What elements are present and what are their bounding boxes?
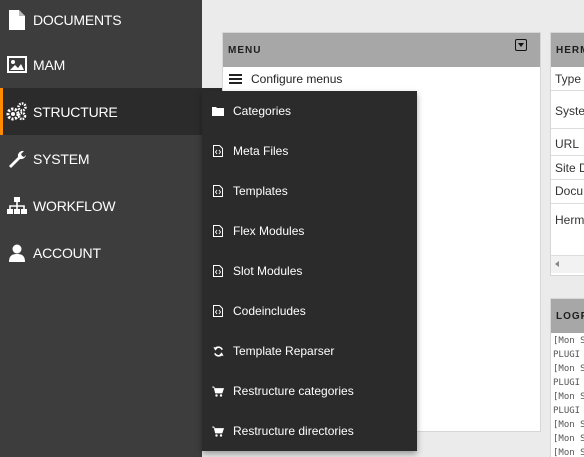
nav-item-account[interactable]: ACCOUNT [0,229,202,276]
hamburger-icon [229,74,242,84]
herm-panel: HERM Type Syste URL Site D Docu Herm [550,32,584,276]
submenu-item-template-reparser[interactable]: Template Reparser [202,331,417,371]
submenu-label: Templates [233,184,288,198]
divider [551,128,584,129]
document-icon [6,9,28,31]
submenu-item-codeincludes[interactable]: Codeincludes [202,291,417,331]
submenu-item-meta-files[interactable]: Meta Files [202,131,417,171]
submenu-label: Template Reparser [233,344,335,358]
structure-submenu: Categories Meta Files Templates Flex Mod… [202,91,417,451]
refresh-icon [212,345,224,357]
submenu-label: Meta Files [233,144,289,158]
log-line: [Mon S [553,434,584,444]
herm-panel-title: HERM [551,33,584,67]
log-line: [Mon S [553,420,584,430]
herm-row: Herm [555,213,584,227]
nav-label: WORKFLOW [33,197,116,214]
submenu-label: Restructure categories [233,384,354,398]
logs-panel: LOGF [Mon S PLUGI [Mon S PLUGI [Mon S PL… [550,298,584,457]
nav-label: DOCUMENTS [33,11,122,28]
file-code-icon [212,225,224,237]
log-line: PLUGI [553,406,581,416]
logs-panel-title: LOGF [551,299,584,333]
submenu-label: Codeincludes [233,304,306,318]
configure-menus-link[interactable]: Configure menus [229,72,342,86]
configure-menus-label: Configure menus [251,72,343,86]
submenu-item-restructure-directories[interactable]: Restructure directories [202,411,417,451]
file-code-icon [212,185,224,197]
file-code-icon [212,305,224,317]
nav-label: STRUCTURE [33,103,118,120]
submenu-item-flex-modules[interactable]: Flex Modules [202,211,417,251]
scroll-left-icon[interactable] [555,261,559,267]
herm-row: Site D [555,161,584,175]
herm-row: Docu [555,184,584,198]
herm-row: URL [555,137,580,151]
submenu-item-slot-modules[interactable]: Slot Modules [202,251,417,291]
log-line: [Mon S [553,364,584,374]
nav-item-system[interactable]: SYSTEM [0,135,202,182]
submenu-label: Categories [233,104,292,118]
nav-label: ACCOUNT [33,244,101,261]
nav-item-mam[interactable]: MAM [0,41,202,88]
collapse-icon[interactable] [515,39,527,51]
submenu-item-templates[interactable]: Templates [202,171,417,211]
divider [551,90,584,91]
wrench-icon [6,148,28,170]
log-line: [Mon S [553,448,584,457]
sitemap-icon [6,195,28,217]
divider [551,155,584,156]
file-code-icon [212,145,224,157]
log-line: [Mon S [553,336,584,346]
nav-label: MAM [33,56,66,73]
submenu-item-restructure-categories[interactable]: Restructure categories [202,371,417,411]
menu-panel-title: MENU [223,33,540,67]
log-line: PLUGI [553,378,581,388]
herm-row: Syste [555,104,584,118]
folder-icon [212,105,224,117]
nav-item-workflow[interactable]: WORKFLOW [0,182,202,229]
divider [551,179,584,180]
submenu-label: Slot Modules [233,264,303,278]
divider [551,203,584,204]
nav-item-documents[interactable]: DOCUMENTS [0,0,202,43]
cart-icon [212,425,224,437]
log-line: PLUGI [553,350,581,360]
log-output: [Mon S PLUGI [Mon S PLUGI [Mon S PLUGI [… [553,334,584,457]
cart-icon [212,385,224,397]
file-code-icon [212,265,224,277]
submenu-item-categories[interactable]: Categories [202,91,417,131]
user-icon [6,242,28,264]
sidebar: DOCUMENTS MAM STRUCTURE SYSTEM WORKFLOW [0,0,250,457]
image-icon [6,54,28,76]
gears-icon [6,101,28,123]
submenu-label: Flex Modules [233,224,305,238]
log-line: [Mon S [553,392,584,402]
herm-row: Type [555,72,582,86]
submenu-label: Restructure directories [233,424,354,438]
nav-label: SYSTEM [33,150,90,167]
